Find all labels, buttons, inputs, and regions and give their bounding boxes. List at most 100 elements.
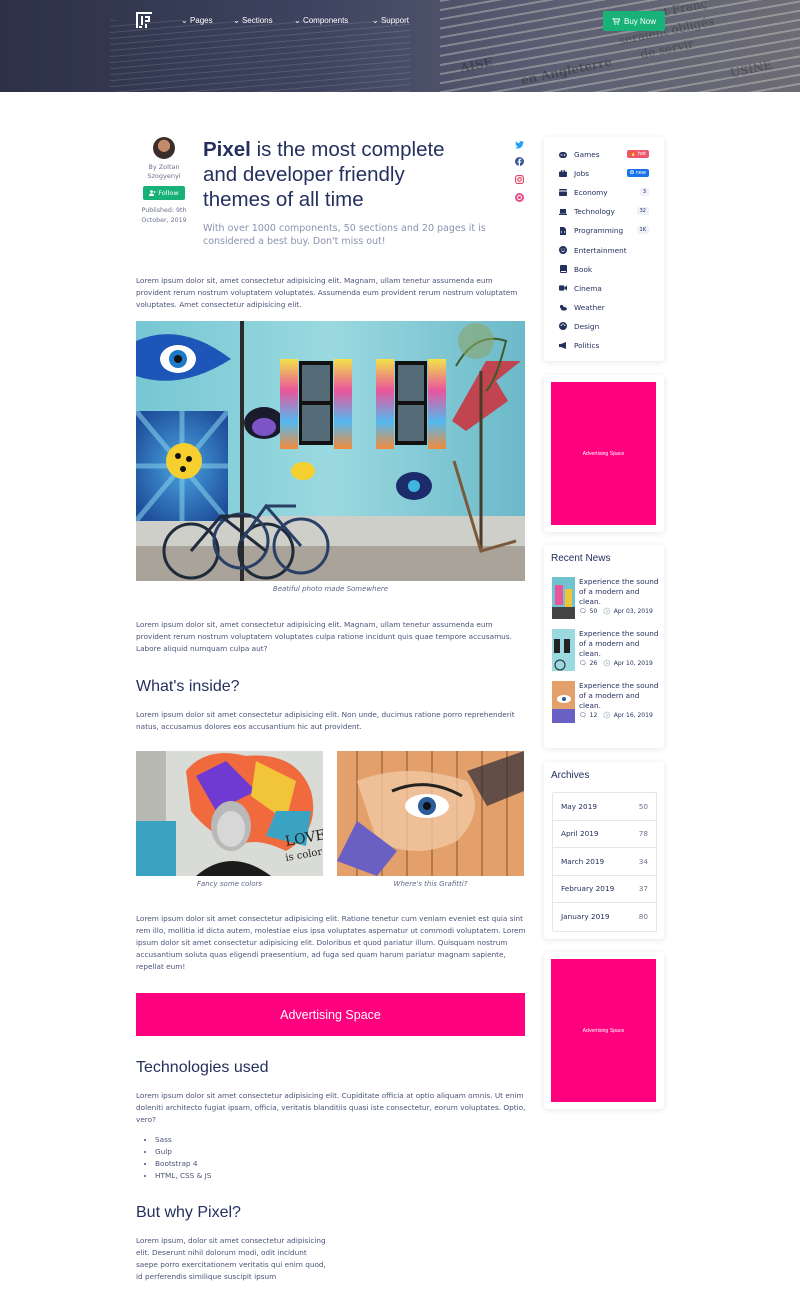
category-programming[interactable]: Programming 1K <box>544 221 664 240</box>
bullhorn-icon <box>559 341 567 349</box>
heading-technologies: Technologies used <box>136 1059 269 1076</box>
recent-news-heading: Recent News <box>551 553 611 564</box>
archive-item[interactable]: February 2019 37 <box>553 876 656 903</box>
badge-hot: 🔥 hot <box>626 150 649 158</box>
category-weather[interactable]: Weather <box>544 298 664 317</box>
instagram-icon[interactable] <box>515 175 524 184</box>
nav-label: Sections <box>241 16 273 25</box>
category-technology[interactable]: Technology 32 <box>544 202 664 221</box>
category-label: Politics <box>574 340 600 350</box>
follow-button[interactable]: Follow <box>143 186 185 200</box>
clock-icon: 🕓 <box>603 608 611 615</box>
file-code-icon <box>559 226 567 235</box>
book-icon <box>559 265 567 274</box>
news-title: Experience the sound of a modern and cle… <box>579 681 659 710</box>
pixel-logo-icon[interactable] <box>136 12 152 28</box>
category-economy[interactable]: Economy 3 <box>544 183 664 202</box>
comments-icon: 🗨 <box>579 608 587 615</box>
news-item[interactable]: Experience the sound of a modern and cle… <box>552 681 662 725</box>
chevron-down-icon: ⌄ <box>294 16 301 25</box>
image-caption-left: Fancy some colors <box>196 880 263 888</box>
main-photo <box>136 321 525 581</box>
category-label: Programming <box>574 226 624 236</box>
archive-count: 78 <box>638 829 648 839</box>
chevron-down-icon: ⌄ <box>233 16 240 25</box>
facebook-icon[interactable] <box>515 157 524 166</box>
category-cinema[interactable]: Cinema <box>544 279 664 298</box>
archives-list: May 2019 50 April 2019 78 March 2019 34 Feb… <box>552 792 657 932</box>
title-brand: Pixel <box>203 138 251 161</box>
category-design[interactable]: Design <box>544 317 664 336</box>
news-thumbnail <box>552 629 575 671</box>
video-icon <box>559 284 567 292</box>
paragraph-2: Lorem ipsum dolor sit, amet consectetur … <box>136 620 512 653</box>
avatar[interactable] <box>153 137 175 159</box>
category-entertainment[interactable]: Entertainment <box>544 240 664 259</box>
nav-support[interactable]: ⌄ Support <box>372 16 409 25</box>
categories-card: Games 🔥 hot Jobs ✪ new Economy 3 Technol… <box>544 137 664 361</box>
list-item: Gulp <box>155 1146 211 1158</box>
archive-item[interactable]: May 2019 50 <box>553 793 656 821</box>
comments-icon: 🗨 <box>579 660 587 667</box>
news-title: Experience the sound of a modern and cle… <box>579 577 659 606</box>
nav-label: Support <box>380 16 409 25</box>
dribbble-icon[interactable] <box>515 193 524 202</box>
category-games[interactable]: Games 🔥 hot <box>544 145 664 164</box>
sidebar-ad-space[interactable]: Advertising Space <box>551 382 656 525</box>
twitter-icon[interactable] <box>515 140 524 149</box>
nav-pages[interactable]: ⌄ Pages <box>181 16 213 25</box>
news-date: Apr 10, 2019 <box>613 660 653 667</box>
archive-item[interactable]: April 2019 78 <box>553 821 656 848</box>
badge-count: 3 <box>639 188 649 197</box>
user-plus-icon <box>149 190 156 196</box>
category-politics[interactable]: Politics <box>544 336 664 355</box>
published-date: Published: 9th October, 2019 <box>141 207 187 224</box>
archive-item[interactable]: March 2019 34 <box>553 848 656 876</box>
recent-news-card: Recent News Experience the sound of a mo… <box>544 545 664 748</box>
chevron-down-icon: ⌄ <box>372 16 379 25</box>
letter-background <box>110 20 410 92</box>
archive-month: February 2019 <box>561 884 615 894</box>
image-caption-right: Where's this Grafitti? <box>393 880 468 888</box>
nav-sections[interactable]: ⌄ Sections <box>233 16 273 25</box>
category-book[interactable]: Book <box>544 260 664 279</box>
cart-icon <box>611 17 620 25</box>
buy-now-label: Buy Now <box>623 16 656 26</box>
advertising-banner[interactable]: Advertising Space <box>136 993 525 1036</box>
heading-why-pixel: But why Pixel? <box>136 1204 241 1221</box>
archive-month: May 2019 <box>561 801 597 811</box>
archive-month: March 2019 <box>561 856 605 866</box>
news-date: Apr 16, 2019 <box>613 712 653 719</box>
author-block: By Zoltan Szogyenyi Follow Published: 9t… <box>136 137 192 226</box>
graffiti-image-left: LOVE is color <box>136 751 323 876</box>
category-label: Economy <box>574 188 608 198</box>
category-label: Jobs <box>574 169 590 179</box>
archive-count: 34 <box>638 856 648 866</box>
news-title: Experience the sound of a modern and cle… <box>579 629 659 658</box>
archive-item[interactable]: January 2019 80 <box>553 903 656 931</box>
author-name[interactable]: By Zoltan Szogyenyi <box>136 163 192 181</box>
archives-card: Archives May 2019 50 April 2019 78 March 2… <box>544 762 664 939</box>
comment-count: 26 <box>589 660 598 667</box>
page-subtitle: With over 1000 components, 50 sections a… <box>203 223 486 247</box>
sidebar-ad-space-2[interactable]: Advertising Space <box>551 959 656 1102</box>
clock-icon: 🕓 <box>603 712 611 719</box>
archive-count: 80 <box>638 912 648 922</box>
clock-icon: 🕓 <box>603 660 611 667</box>
paragraph-4: Lorem ipsum dolor sit amet consectetur a… <box>136 914 526 971</box>
page-title: Pixel is the most complete and developer… <box>203 137 473 212</box>
news-item[interactable]: Experience the sound of a modern and cle… <box>552 577 662 621</box>
news-thumbnail <box>552 577 575 619</box>
badge-label: new <box>635 170 646 177</box>
news-item[interactable]: Experience the sound of a modern and cle… <box>552 629 662 673</box>
list-item: Sass <box>155 1134 211 1146</box>
photo-caption: Beatiful photo made Somewhere <box>272 585 389 593</box>
paragraph-intro: Lorem ipsum dolor sit, amet consectetur … <box>136 276 518 309</box>
briefcase-icon <box>559 170 567 178</box>
buy-now-button[interactable]: Buy Now <box>603 11 665 31</box>
category-label: Cinema <box>574 283 602 293</box>
nav-components[interactable]: ⌄ Components <box>294 16 348 25</box>
category-jobs[interactable]: Jobs ✪ new <box>544 164 664 183</box>
paragraph-5: Lorem ipsum dolor sit amet consectetur a… <box>136 1091 526 1124</box>
laptop-icon <box>559 208 567 216</box>
